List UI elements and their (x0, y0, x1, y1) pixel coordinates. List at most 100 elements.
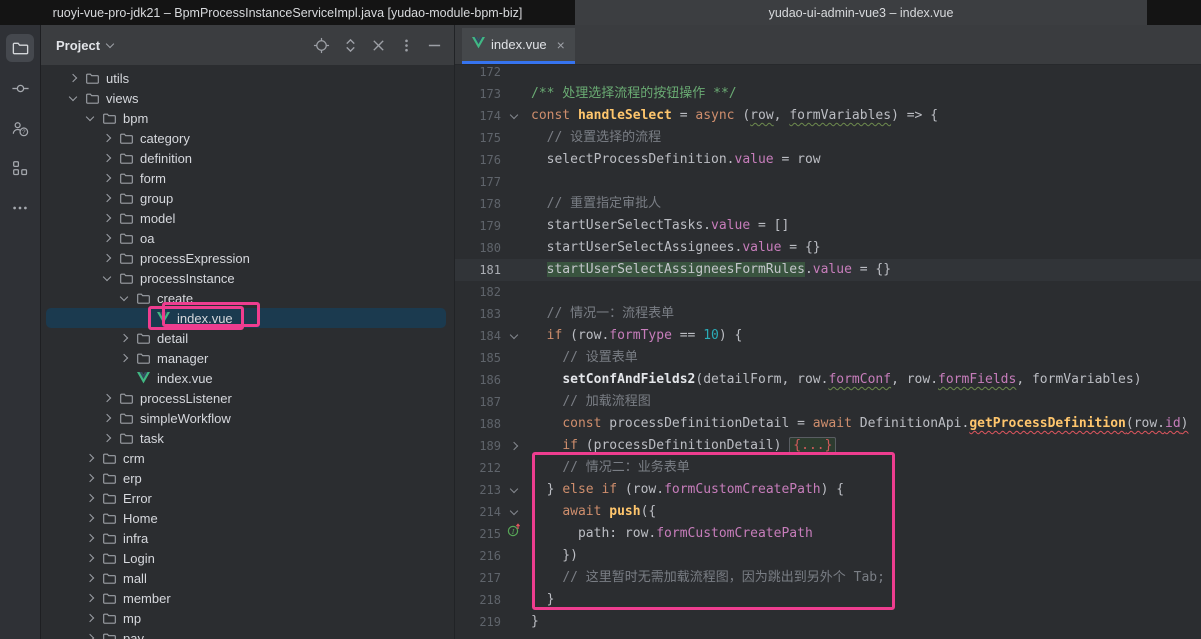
tree-item-mp[interactable]: mp (41, 608, 454, 628)
code-line-180[interactable]: 180 startUserSelectAssignees.value = {} (455, 237, 1201, 259)
tree-item-create[interactable]: create (41, 288, 454, 308)
tree-item-index-vue[interactable]: index.vue (41, 308, 454, 328)
chevron-down-icon[interactable] (86, 112, 94, 120)
code-line-172[interactable]: 172 (455, 61, 1201, 83)
chevron-right-icon[interactable] (86, 634, 94, 639)
tree-item-manager[interactable]: manager (41, 348, 454, 368)
chevron-right-icon[interactable] (86, 534, 94, 542)
chevron-down-icon[interactable] (69, 92, 77, 100)
commit-tool-button[interactable] (6, 74, 34, 102)
chevron-right-icon[interactable] (86, 474, 94, 482)
code-line-218[interactable]: 218 } (455, 589, 1201, 611)
code-line-212[interactable]: 212 // 情况二：业务表单 (455, 457, 1201, 479)
project-panel-title[interactable]: Project (56, 38, 100, 53)
chevron-right-icon[interactable] (86, 614, 94, 622)
line-number[interactable]: 215 (455, 523, 501, 545)
chevron-right-icon[interactable] (86, 574, 94, 582)
tree-item-error[interactable]: Error (41, 488, 454, 508)
line-number[interactable]: 188 (455, 413, 501, 435)
chevron-right-icon[interactable] (103, 174, 111, 182)
tree-item-task[interactable]: task (41, 428, 454, 448)
chevron-right-icon[interactable] (103, 394, 111, 402)
line-number[interactable]: 217 (455, 567, 501, 589)
code-line-220[interactable]: 220 (455, 633, 1201, 639)
code-line-219[interactable]: 219} (455, 611, 1201, 633)
chevron-right-icon[interactable] (103, 434, 111, 442)
chevron-right-icon[interactable] (86, 594, 94, 602)
tree-item-home[interactable]: Home (41, 508, 454, 528)
line-number[interactable]: 178 (455, 193, 501, 215)
chevron-right-icon[interactable] (103, 134, 111, 142)
fold-open-icon[interactable] (510, 330, 518, 338)
close-icon[interactable]: × (557, 38, 565, 52)
tree-item-erp[interactable]: erp (41, 468, 454, 488)
line-number[interactable]: 183 (455, 303, 501, 325)
fold-open-icon[interactable] (510, 506, 518, 514)
line-number[interactable]: 213 (455, 479, 501, 501)
tree-item-index-vue[interactable]: index.vue (41, 368, 454, 388)
tree-item-bpm[interactable]: bpm (41, 108, 454, 128)
tree-item-infra[interactable]: infra (41, 528, 454, 548)
expand-all-icon[interactable] (343, 37, 358, 54)
line-number[interactable]: 181 (455, 259, 501, 281)
more-tool-windows-button[interactable] (6, 194, 34, 222)
tree-item-processexpression[interactable]: processExpression (41, 248, 454, 268)
chevron-down-icon[interactable] (106, 39, 114, 47)
tree-item-model[interactable]: model (41, 208, 454, 228)
code-line-175[interactable]: 175 // 设置选择的流程 (455, 127, 1201, 149)
code-line-187[interactable]: 187 // 加载流程图 (455, 391, 1201, 413)
code-line-181[interactable]: 181 startUserSelectAssigneesFormRules.va… (455, 259, 1201, 281)
code-line-214[interactable]: 214 await push({ (455, 501, 1201, 523)
intention-gutter-icon[interactable]: I (506, 522, 522, 546)
chevron-right-icon[interactable] (103, 234, 111, 242)
line-number[interactable]: 185 (455, 347, 501, 369)
fold-open-icon[interactable] (510, 110, 518, 118)
fold-closed-icon[interactable] (510, 442, 518, 450)
tree-item-views[interactable]: views (41, 88, 454, 108)
code-line-177[interactable]: 177 (455, 171, 1201, 193)
chevron-right-icon[interactable] (103, 214, 111, 222)
tree-item-form[interactable]: form (41, 168, 454, 188)
line-number[interactable]: 214 (455, 501, 501, 523)
chevron-right-icon[interactable] (86, 554, 94, 562)
code-line-213[interactable]: 213 } else if (row.formCustomCreatePath)… (455, 479, 1201, 501)
chevron-right-icon[interactable] (120, 354, 128, 362)
line-number[interactable]: 172 (455, 61, 501, 83)
code-line-184[interactable]: 184 if (row.formType == 10) { (455, 325, 1201, 347)
tree-item-oa[interactable]: oa (41, 228, 454, 248)
code-line-186[interactable]: 186 setConfAndFields2(detailForm, row.fo… (455, 369, 1201, 391)
tree-item-detail[interactable]: detail (41, 328, 454, 348)
tree-item-processinstance[interactable]: processInstance (41, 268, 454, 288)
tree-item-login[interactable]: Login (41, 548, 454, 568)
chevron-right-icon[interactable] (103, 194, 111, 202)
project-tool-button[interactable] (6, 34, 34, 62)
tree-item-utils[interactable]: utils (41, 68, 454, 88)
tab-index-vue[interactable]: index.vue × (462, 28, 575, 64)
structure-tool-button[interactable] (6, 154, 34, 182)
chevron-right-icon[interactable] (86, 514, 94, 522)
code-line-179[interactable]: 179 startUserSelectTasks.value = [] (455, 215, 1201, 237)
tree-item-category[interactable]: category (41, 128, 454, 148)
chevron-right-icon[interactable] (103, 254, 111, 262)
chevron-right-icon[interactable] (103, 414, 111, 422)
tree-item-crm[interactable]: crm (41, 448, 454, 468)
code-editor[interactable]: 172173/** 处理选择流程的按钮操作 **/174const handle… (455, 61, 1201, 639)
chevron-right-icon[interactable] (103, 154, 111, 162)
pull-requests-tool-button[interactable]: ? (6, 114, 34, 142)
chevron-right-icon[interactable] (86, 494, 94, 502)
line-number[interactable]: 219 (455, 611, 501, 633)
tree-item-mall[interactable]: mall (41, 568, 454, 588)
line-number[interactable]: 177 (455, 171, 501, 193)
line-number[interactable]: 184 (455, 325, 501, 347)
tree-item-simpleworkflow[interactable]: simpleWorkflow (41, 408, 454, 428)
code-line-189[interactable]: 189 if (processDefinitionDetail) {...} (455, 435, 1201, 457)
fold-open-icon[interactable] (510, 484, 518, 492)
chevron-down-icon[interactable] (103, 272, 111, 280)
tree-item-member[interactable]: member (41, 588, 454, 608)
code-line-182[interactable]: 182 (455, 281, 1201, 303)
code-line-178[interactable]: 178 // 重置指定审批人 (455, 193, 1201, 215)
chevron-down-icon[interactable] (120, 292, 128, 300)
tree-item-group[interactable]: group (41, 188, 454, 208)
code-line-215[interactable]: 215I path: row.formCustomCreatePath (455, 523, 1201, 545)
code-line-173[interactable]: 173/** 处理选择流程的按钮操作 **/ (455, 83, 1201, 105)
